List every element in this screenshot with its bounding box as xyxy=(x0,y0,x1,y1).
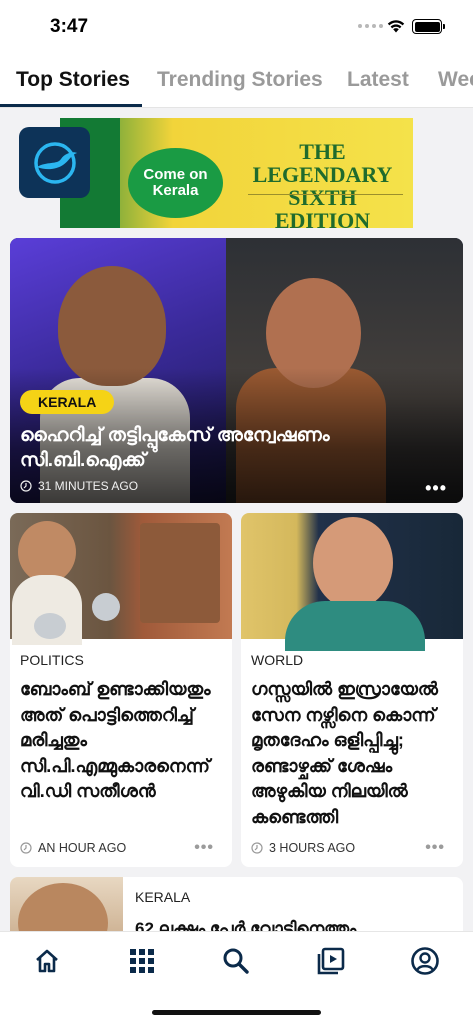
search-icon[interactable] xyxy=(221,946,251,976)
grid-icon[interactable] xyxy=(127,946,157,976)
home-indicator xyxy=(152,1010,321,1015)
hero-story-card[interactable]: KERALA ഹൈറിച്ച് തട്ടിപ്പുകേസ് അന്വേഷണം സ… xyxy=(10,238,463,503)
ad-divider xyxy=(248,194,403,212)
wifi-icon xyxy=(387,20,405,33)
card-timestamp: AN HOUR AGO xyxy=(20,841,126,855)
app-logo xyxy=(19,127,90,198)
clock-icon xyxy=(20,480,32,492)
story-card[interactable]: WORLD ഗസ്സയിൽ ഇസ്രായേൽ സേന നഴ്സിനെ കൊന്ന… xyxy=(241,513,463,867)
home-icon[interactable] xyxy=(32,946,62,976)
tab-top-stories[interactable]: Top Stories xyxy=(16,68,130,92)
ad-row: Come on Kerala THE LEGENDARY SIXTH EDITI… xyxy=(0,118,473,230)
card-headline[interactable]: ഗസ്സയിൽ ഇസ്രായേൽ സേന നഴ്സിനെ കൊന്ന് മൃതദ… xyxy=(251,677,451,830)
bird-logo-icon xyxy=(33,141,77,184)
ad-title: THE LEGENDARY SIXTH EDITION xyxy=(252,139,393,228)
ad-banner[interactable]: Come on Kerala THE LEGENDARY SIXTH EDITI… xyxy=(60,118,413,228)
hero-time-text: 31 MINUTES AGO xyxy=(38,479,139,493)
story-image xyxy=(241,513,463,651)
clock-icon xyxy=(20,842,32,854)
bottom-navigation xyxy=(0,931,473,1024)
status-bar: 3:47 xyxy=(0,0,473,54)
battery-icon xyxy=(412,19,445,34)
card-headline[interactable]: ബോംബ് ഉണ്ടാക്കിയതും അത് പൊട്ടിത്തെറിച്ച്… xyxy=(20,677,220,805)
card-time-text: 3 HOURS AGO xyxy=(269,841,356,855)
story-card[interactable]: POLITICS ബോംബ് ഉണ്ടാക്കിയതും അത് പൊട്ടിത… xyxy=(10,513,232,867)
signal-dots-icon xyxy=(358,24,383,28)
active-tab-indicator xyxy=(0,104,142,107)
card-time-text: AN HOUR AGO xyxy=(38,841,127,855)
card-category: WORLD xyxy=(251,652,304,668)
ad-badge: Come on Kerala xyxy=(128,148,223,218)
profile-icon[interactable] xyxy=(410,946,440,976)
more-options-icon[interactable]: ••• xyxy=(425,839,445,857)
clock-icon xyxy=(251,842,263,854)
story-image xyxy=(10,513,232,645)
tab-trending-stories[interactable]: Trending Stories xyxy=(157,68,323,92)
video-icon[interactable] xyxy=(316,946,346,976)
list-item-category: KERALA xyxy=(135,889,191,905)
category-tabs: Top Stories Trending Stories Latest Week… xyxy=(0,54,473,108)
card-category: POLITICS xyxy=(20,652,84,668)
hero-headline[interactable]: ഹൈറിച്ച് തട്ടിപ്പുകേസ് അന്വേഷണം സി.ബി.ഐക… xyxy=(20,424,440,473)
status-time: 3:47 xyxy=(50,16,89,37)
hero-timestamp: 31 MINUTES AGO xyxy=(20,479,138,493)
tab-weekly[interactable]: Weekly xyxy=(438,68,473,92)
more-options-icon[interactable]: ••• xyxy=(425,478,447,499)
tab-latest[interactable]: Latest xyxy=(347,68,409,92)
card-timestamp: 3 HOURS AGO xyxy=(251,841,355,855)
hero-category-tag[interactable]: KERALA xyxy=(20,390,115,414)
more-options-icon[interactable]: ••• xyxy=(194,839,214,857)
